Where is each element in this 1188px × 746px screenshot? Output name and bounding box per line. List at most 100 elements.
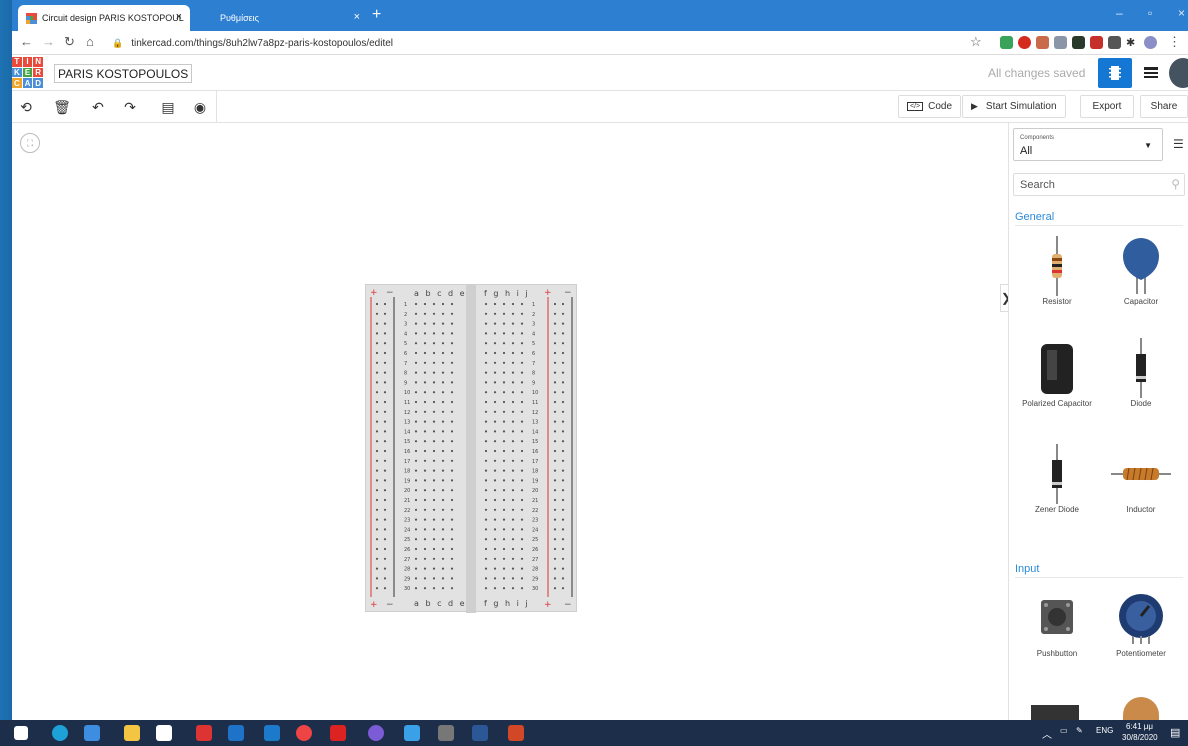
file-explorer-icon[interactable]	[124, 725, 140, 741]
new-tab-button[interactable]: +	[372, 6, 381, 24]
tab-circuit-design[interactable]: Circuit design PARIS KOSTOPOUL ×	[18, 5, 190, 31]
breadboard[interactable]: + − + − + − + − a b c d e f g h i j a b …	[365, 284, 577, 613]
user-avatar[interactable]	[1169, 58, 1188, 88]
paint-icon[interactable]	[438, 725, 454, 741]
back-icon[interactable]: ←	[20, 34, 33, 49]
components-filter-select[interactable]: Components All ▼	[1013, 128, 1163, 161]
restore-icon[interactable]: ▫	[1148, 6, 1152, 20]
row-number: 8	[404, 371, 407, 377]
component-inductor[interactable]: Inductor	[1101, 443, 1181, 514]
reload-icon[interactable]: ↻	[64, 34, 75, 50]
app-icon[interactable]	[196, 725, 212, 741]
circuit-view-button[interactable]	[1098, 58, 1132, 88]
share-button[interactable]: Share	[1140, 95, 1188, 118]
fit-view-icon[interactable]: ⛶	[20, 133, 40, 153]
url-field[interactable]: 🔒 tinkercad.com/things/8uh2lw7a8pz-paris…	[112, 33, 992, 53]
component-search-input[interactable]: Search ⚲	[1013, 173, 1185, 196]
breadboard-hole	[450, 567, 454, 570]
forward-icon[interactable]: →	[42, 34, 55, 49]
powerpoint-icon[interactable]	[508, 725, 524, 741]
tab-settings[interactable]: Ρυθμίσεις ×	[198, 5, 368, 31]
bookmark-star-icon[interactable]: ☆	[970, 34, 982, 50]
extension-icon[interactable]	[1000, 36, 1013, 49]
extension-icon[interactable]	[1054, 36, 1067, 49]
tray-chevron-icon[interactable]: ︿	[1042, 726, 1052, 741]
breadboard-hole	[553, 391, 557, 394]
component-pushbutton[interactable]: Pushbutton	[1017, 587, 1097, 658]
extension-icon[interactable]	[1108, 36, 1121, 49]
close-window-icon[interactable]: ×	[1178, 6, 1185, 20]
photoresistor-partial-icon[interactable]	[1123, 697, 1159, 720]
clock-date[interactable]: 30/8/2020	[1122, 733, 1158, 742]
app-icon[interactable]	[330, 725, 346, 741]
network-icon[interactable]: ▭	[1060, 726, 1068, 735]
delete-icon[interactable]: 🗑	[52, 97, 72, 117]
component-potentiometer[interactable]: Potentiometer	[1101, 587, 1181, 658]
start-icon[interactable]	[14, 726, 28, 740]
workplane-canvas[interactable]: ⛶ + − + − + − + − a b c d e f g h i j a …	[12, 123, 1000, 720]
notepad-icon[interactable]	[156, 725, 172, 741]
component-zener-diode[interactable]: Zener Diode	[1017, 443, 1097, 514]
breadboard-hole	[423, 420, 427, 423]
notifications-icon[interactable]: ▤	[1170, 726, 1180, 739]
code-button[interactable]: </> Code	[898, 95, 962, 118]
component-polarized-capacitor[interactable]: Polarized Capacitor	[1017, 337, 1097, 408]
opera-extension-icon[interactable]	[1018, 36, 1031, 49]
breadboard-hole	[493, 528, 497, 531]
word-icon[interactable]	[472, 725, 488, 741]
app-icon[interactable]	[228, 725, 244, 741]
row-number: 24	[532, 527, 538, 533]
project-name-field[interactable]: PARIS KOSTOPOULOS	[54, 64, 193, 83]
dropbox-icon[interactable]	[84, 725, 100, 741]
breadboard-hole	[561, 400, 565, 404]
pen-icon[interactable]: ✎	[1076, 726, 1083, 735]
breadboard-hole	[450, 312, 454, 315]
clock-time[interactable]: 6:41 μμ	[1126, 722, 1153, 731]
language-indicator[interactable]: ENG	[1096, 726, 1113, 735]
tab-close-icon[interactable]: ×	[176, 11, 182, 23]
tinkercad-logo[interactable]: T I N K E R C A D	[12, 57, 43, 88]
breadboard-hole	[493, 371, 497, 374]
puzzle-extensions-icon[interactable]: ✱	[1126, 36, 1139, 49]
minimize-icon[interactable]: –	[1116, 6, 1123, 20]
profile-icon[interactable]	[1144, 36, 1157, 49]
breadboard-hole	[441, 371, 445, 374]
edge-icon[interactable]	[52, 725, 68, 741]
breadboard-hole	[441, 459, 445, 462]
home-icon[interactable]: ⌂	[86, 34, 94, 49]
component-capacitor[interactable]: Capacitor	[1101, 235, 1181, 306]
visibility-eye-icon[interactable]: ◉	[190, 97, 210, 117]
browser-menu-icon[interactable]: ⋮	[1168, 34, 1181, 50]
tab-close-icon[interactable]: ×	[354, 11, 360, 23]
row-number: 27	[404, 557, 410, 563]
breadboard-hole	[502, 381, 506, 384]
row-number: 8	[532, 371, 535, 377]
notes-icon[interactable]: ▤	[158, 97, 178, 117]
list-toggle-icon[interactable]: ☰	[1173, 137, 1184, 151]
breadboard-hole	[484, 391, 488, 394]
export-button[interactable]: Export	[1080, 95, 1134, 118]
component-diode[interactable]: Diode	[1101, 337, 1181, 408]
breadboard-hole	[375, 361, 379, 364]
breadboard-hole	[502, 342, 506, 345]
extension-icon[interactable]	[1072, 36, 1085, 49]
viber-icon[interactable]	[368, 725, 384, 741]
breadboard-hole	[432, 342, 436, 345]
breadboard-hole	[493, 332, 497, 335]
component-list-view-button[interactable]	[1136, 58, 1166, 88]
component-resistor[interactable]: Resistor	[1017, 235, 1097, 306]
breadboard-hole	[493, 322, 497, 325]
start-simulation-button[interactable]: ▶ Start Simulation	[962, 95, 1066, 118]
app-icon[interactable]	[404, 725, 420, 741]
breadboard-hole	[414, 420, 418, 423]
slide-switch-partial-icon[interactable]	[1031, 705, 1079, 720]
mail-icon[interactable]	[264, 725, 280, 741]
rotate-icon[interactable]: ⟲	[16, 97, 36, 117]
chrome-icon[interactable]	[296, 725, 312, 741]
breadboard-hole	[383, 587, 387, 590]
redo-icon[interactable]: ↷	[120, 97, 140, 117]
extension-icon[interactable]	[1036, 36, 1049, 49]
undo-icon[interactable]: ↶	[88, 97, 108, 117]
extension-icon[interactable]	[1090, 36, 1103, 49]
row-number: 28	[532, 567, 538, 573]
